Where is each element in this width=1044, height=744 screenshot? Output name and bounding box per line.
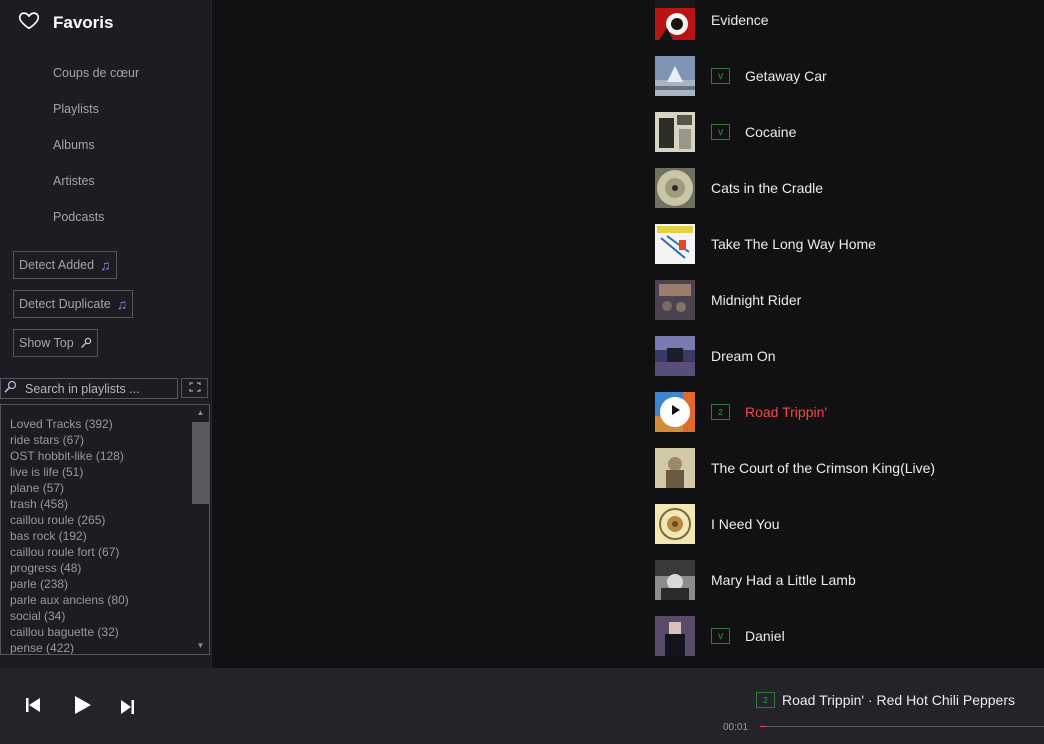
playlist-item[interactable]: caillou roule (265): [10, 512, 129, 528]
progress-fill: [760, 726, 766, 727]
playlist-scrollbar[interactable]: ▲ ▼: [192, 405, 209, 654]
show-top-button[interactable]: Show Top: [13, 329, 98, 357]
playlist-item[interactable]: live is life (51): [10, 464, 129, 480]
app-window: Favoris Coups de cœur Playlists Albums A…: [0, 0, 1044, 744]
track-row[interactable]: Evidence: [655, 0, 769, 40]
track-title: Midnight Rider: [711, 292, 802, 308]
heart-icon: [18, 9, 40, 36]
playlist-item[interactable]: caillou baguette (32): [10, 624, 129, 640]
album-cover: [655, 504, 695, 544]
playlist-item[interactable]: progress (48): [10, 560, 129, 576]
scroll-thumb[interactable]: [192, 422, 209, 504]
playlist-list: Loved Tracks (392) ride stars (67) OST h…: [0, 404, 210, 655]
tag-badge: 2: [711, 404, 730, 420]
playlist-item[interactable]: plane (57): [10, 480, 129, 496]
playlist-item[interactable]: bas rock (192): [10, 528, 129, 544]
playlist-item[interactable]: parle (238): [10, 576, 129, 592]
track-title: Road Trippin': [745, 404, 828, 420]
track-title: I Need You: [711, 516, 780, 532]
elapsed-time: 00:01: [723, 722, 749, 733]
playlist-item[interactable]: OST hobbit-like (128): [10, 448, 129, 464]
album-cover: [655, 280, 695, 320]
previous-icon[interactable]: [24, 696, 42, 719]
detect-duplicate-label: Detect Duplicate: [19, 297, 111, 311]
tag-badge: V: [711, 68, 730, 84]
album-cover: [655, 616, 695, 656]
next-icon[interactable]: [120, 699, 136, 720]
playlist-item[interactable]: social (34): [10, 608, 129, 624]
search-icon: [4, 380, 17, 398]
album-cover: [655, 336, 695, 376]
track-row[interactable]: V Getaway Car: [655, 56, 827, 96]
music-note-icon: ♫: [116, 296, 128, 312]
playlist-items: Loved Tracks (392) ride stars (67) OST h…: [10, 416, 129, 654]
track-title: Dream On: [711, 348, 776, 364]
detect-added-button[interactable]: Detect Added ♫: [13, 251, 117, 279]
play-overlay-button[interactable]: [660, 397, 690, 427]
track-row[interactable]: Midnight Rider: [655, 280, 801, 320]
album-cover: [655, 56, 695, 96]
playlist-item[interactable]: trash (458): [10, 496, 129, 512]
track-row[interactable]: I Need You: [655, 504, 780, 544]
expand-icon: [189, 379, 201, 397]
track-title: Cocaine: [745, 124, 797, 140]
detect-duplicate-button[interactable]: Detect Duplicate ♫: [13, 290, 134, 318]
search-box: [0, 378, 178, 399]
track-title: Daniel: [745, 628, 785, 644]
player-bar: 2 Road Trippin' · Red Hot Chili Peppers …: [0, 668, 1044, 744]
album-cover: [655, 112, 695, 152]
scroll-down-icon[interactable]: ▼: [195, 641, 206, 651]
track-title: Cats in the Cradle: [711, 180, 824, 196]
tag-badge: V: [711, 124, 730, 140]
album-cover: [655, 392, 695, 432]
sidebar-item-playlists[interactable]: Playlists: [53, 100, 139, 136]
pin-icon: [80, 337, 92, 349]
track-title: Mary Had a Little Lamb: [711, 572, 856, 588]
sidebar-item-artistes[interactable]: Artistes: [53, 172, 139, 208]
album-cover: [655, 168, 695, 208]
scroll-up-icon[interactable]: ▲: [195, 408, 206, 418]
sidebar: Favoris Coups de cœur Playlists Albums A…: [0, 0, 212, 668]
sidebar-item-coups-de-coeur[interactable]: Coups de cœur: [53, 64, 139, 100]
album-cover: [655, 224, 695, 264]
expand-button[interactable]: [181, 378, 208, 398]
playlist-item[interactable]: Loved Tracks (392): [10, 416, 129, 432]
now-playing-tag: 2: [756, 692, 775, 708]
progress-bar[interactable]: [760, 726, 1044, 727]
search-input[interactable]: [25, 381, 175, 396]
album-cover: [655, 448, 695, 488]
now-playing-title[interactable]: Road Trippin' · Red Hot Chili Peppers: [782, 692, 1015, 708]
album-cover: [655, 0, 695, 40]
sidebar-item-podcasts[interactable]: Podcasts: [53, 208, 139, 244]
show-top-label: Show Top: [19, 336, 74, 350]
playlist-item[interactable]: pense (422): [10, 640, 129, 654]
play-icon: [668, 403, 682, 422]
track-title: The Court of the Crimson King(Live): [711, 460, 936, 476]
music-note-icon: ♫: [100, 257, 111, 273]
playlist-search-row: [0, 378, 210, 399]
sidebar-nav: Coups de cœur Playlists Albums Artistes …: [53, 64, 139, 244]
play-icon[interactable]: [72, 695, 92, 720]
track-row[interactable]: V Daniel: [655, 616, 785, 656]
playlist-item[interactable]: ride stars (67): [10, 432, 129, 448]
tag-badge: V: [711, 628, 730, 644]
album-cover: [655, 560, 695, 600]
track-row[interactable]: V Cocaine: [655, 112, 796, 152]
track-row-playing[interactable]: 2 Road Trippin': [655, 392, 827, 432]
track-row[interactable]: Mary Had a Little Lamb: [655, 560, 856, 600]
track-row[interactable]: Dream On: [655, 336, 776, 376]
detect-added-label: Detect Added: [19, 258, 95, 272]
track-row[interactable]: Cats in the Cradle: [655, 168, 823, 208]
track-title: Evidence: [711, 12, 769, 28]
playlist-item[interactable]: parle aux anciens (80): [10, 592, 129, 608]
page-title: Favoris: [53, 12, 114, 32]
track-title: Take The Long Way Home: [711, 236, 876, 252]
favorites-header[interactable]: Favoris: [18, 9, 113, 36]
track-row[interactable]: Take The Long Way Home: [655, 224, 876, 264]
track-row[interactable]: The Court of the Crimson King(Live): [655, 448, 935, 488]
track-title: Getaway Car: [745, 68, 827, 84]
sidebar-item-albums[interactable]: Albums: [53, 136, 139, 172]
playlist-item[interactable]: caillou roule fort (67): [10, 544, 129, 560]
